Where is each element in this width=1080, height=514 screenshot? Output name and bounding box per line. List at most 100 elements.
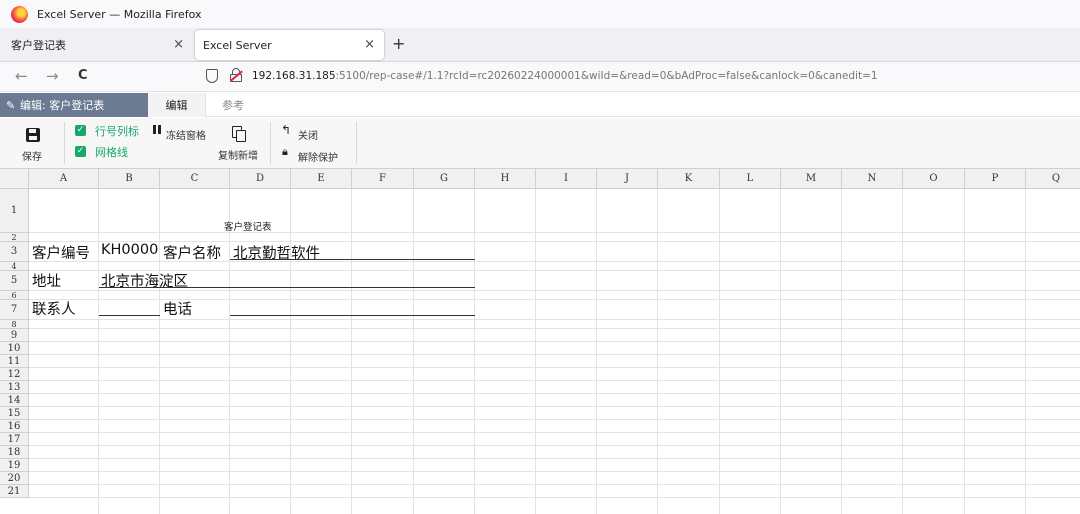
row-header-19[interactable]: 19 xyxy=(0,459,29,472)
new-tab-button[interactable]: + xyxy=(392,34,405,53)
grid-line xyxy=(29,393,1080,394)
freeze-panes-icon[interactable] xyxy=(153,125,161,134)
grid-line xyxy=(535,189,536,514)
column-header-P[interactable]: P xyxy=(965,169,1026,189)
forward-button[interactable]: → xyxy=(46,67,59,85)
contact-underline xyxy=(99,315,160,316)
row-header-2[interactable]: 2 xyxy=(0,233,29,242)
tab-edit[interactable]: 编辑 xyxy=(148,93,206,117)
column-header-J[interactable]: J xyxy=(597,169,658,189)
back-button[interactable]: ← xyxy=(15,67,28,85)
grid-line xyxy=(1025,189,1026,514)
column-header-L[interactable]: L xyxy=(720,169,781,189)
customer-name-label: 客户名称 xyxy=(163,246,221,262)
address-underline xyxy=(99,287,475,288)
row-header-9[interactable]: 9 xyxy=(0,329,29,342)
row-header-6[interactable]: 6 xyxy=(0,291,29,300)
row-col-headers-checkbox[interactable]: ✓ xyxy=(75,125,86,136)
column-header-N[interactable]: N xyxy=(842,169,903,189)
reload-button[interactable]: C xyxy=(78,68,88,83)
browser-tab-strip: 客户登记表 × Excel Server × + xyxy=(0,28,1080,62)
column-header-M[interactable]: M xyxy=(781,169,842,189)
grid-line xyxy=(29,341,1080,342)
browser-navbar: ← → C 192.168.31.185:5100/rep-case#/1.1?… xyxy=(0,62,1080,92)
grid-line xyxy=(29,497,1080,498)
row-header-11[interactable]: 11 xyxy=(0,355,29,368)
grid-line xyxy=(902,189,903,514)
row-header-5[interactable]: 5 xyxy=(0,271,29,291)
row-header-3[interactable]: 3 xyxy=(0,242,29,262)
grid-line xyxy=(29,232,1080,233)
save-icon xyxy=(26,128,40,142)
edit-icon: ✎ xyxy=(6,99,16,112)
close-arrow-icon[interactable]: ↰ xyxy=(281,123,291,137)
copy-icon[interactable] xyxy=(232,126,247,142)
column-header-A[interactable]: A xyxy=(29,169,99,189)
column-header-E[interactable]: E xyxy=(291,169,352,189)
tracking-shield-icon[interactable] xyxy=(206,69,218,83)
browser-tab-customer-form[interactable]: 客户登记表 × xyxy=(0,30,193,60)
close-tab-icon[interactable]: × xyxy=(364,37,375,52)
contact-label: 联系人 xyxy=(32,302,76,318)
customer-no-value[interactable]: KH0000 xyxy=(101,242,158,258)
grid-line xyxy=(29,432,1080,433)
grid-line xyxy=(29,471,1080,472)
select-all-corner[interactable] xyxy=(0,169,29,189)
row-header-12[interactable]: 12 xyxy=(0,368,29,381)
close-tab-icon[interactable]: × xyxy=(173,37,184,52)
row-header-1[interactable]: 1 xyxy=(0,189,29,233)
gridlines-label[interactable]: 网格线 xyxy=(95,144,128,160)
app-title-tab[interactable]: ✎ 编辑: 客户登记表 xyxy=(0,93,148,117)
freeze-panes-button[interactable]: 冻结窗格 xyxy=(166,127,206,142)
gridlines-checkbox[interactable]: ✓ xyxy=(75,146,86,157)
column-header-O[interactable]: O xyxy=(903,169,965,189)
column-header-F[interactable]: F xyxy=(352,169,414,189)
column-header-D[interactable]: D xyxy=(230,169,291,189)
app-title-label: 编辑: 客户登记表 xyxy=(20,99,105,112)
column-header-G[interactable]: G xyxy=(414,169,475,189)
row-header-16[interactable]: 16 xyxy=(0,420,29,433)
grid-line xyxy=(29,328,1080,329)
grid-line xyxy=(351,189,352,514)
grid-line xyxy=(29,458,1080,459)
column-header-I[interactable]: I xyxy=(536,169,597,189)
copy-new-button[interactable]: 复制新增 xyxy=(218,147,258,162)
grid-line xyxy=(474,189,475,514)
grid-line xyxy=(841,189,842,514)
row-header-20[interactable]: 20 xyxy=(0,472,29,485)
row-header-15[interactable]: 15 xyxy=(0,407,29,420)
row-header-7[interactable]: 7 xyxy=(0,300,29,320)
row-header-14[interactable]: 14 xyxy=(0,394,29,407)
divider xyxy=(270,122,271,164)
app-header: ✎ 编辑: 客户登记表 编辑 参考 xyxy=(0,93,1080,117)
row-header-10[interactable]: 10 xyxy=(0,342,29,355)
row-header-17[interactable]: 17 xyxy=(0,433,29,446)
column-header-H[interactable]: H xyxy=(475,169,536,189)
tab-label: Excel Server xyxy=(203,38,272,52)
browser-tab-excel-server[interactable]: Excel Server × xyxy=(195,30,384,60)
column-header-B[interactable]: B xyxy=(99,169,160,189)
column-header-Q[interactable]: Q xyxy=(1026,169,1080,189)
row-header-13[interactable]: 13 xyxy=(0,381,29,394)
phone-label: 电话 xyxy=(163,302,192,318)
row-header-4[interactable]: 4 xyxy=(0,262,29,271)
grid-line xyxy=(29,406,1080,407)
divider xyxy=(64,122,65,164)
toolbar-ribbon: 保存 ✓ 行号列标 ✓ 网格线 冻结窗格 复制新增 ↰ 关闭 🔒︎ 解除保护 xyxy=(0,118,1080,169)
grid-line xyxy=(29,419,1080,420)
row-header-8[interactable]: 8 xyxy=(0,320,29,329)
grid-line xyxy=(29,484,1080,485)
column-header-C[interactable]: C xyxy=(160,169,230,189)
window-title: Excel Server — Mozilla Firefox xyxy=(37,7,202,21)
row-col-headers-label[interactable]: 行号列标 xyxy=(95,123,139,139)
close-button[interactable]: 关闭 xyxy=(298,127,318,142)
tab-reference[interactable]: 参考 xyxy=(222,93,244,117)
lock-icon[interactable]: 🔒︎ xyxy=(282,145,288,159)
column-header-K[interactable]: K xyxy=(658,169,720,189)
insecure-lock-icon[interactable] xyxy=(230,68,243,83)
row-header-18[interactable]: 18 xyxy=(0,446,29,459)
unprotect-button[interactable]: 解除保护 xyxy=(298,149,338,164)
row-header-21[interactable]: 21 xyxy=(0,485,29,498)
url-bar[interactable]: 192.168.31.185:5100/rep-case#/1.1?rcId=r… xyxy=(252,70,878,82)
spreadsheet-grid[interactable]: A B C D E F G H I J K L M N O P Q 1 2 3 4 5 6 7 8 9 10 11 12 13 14 15 16… xyxy=(0,169,1080,514)
